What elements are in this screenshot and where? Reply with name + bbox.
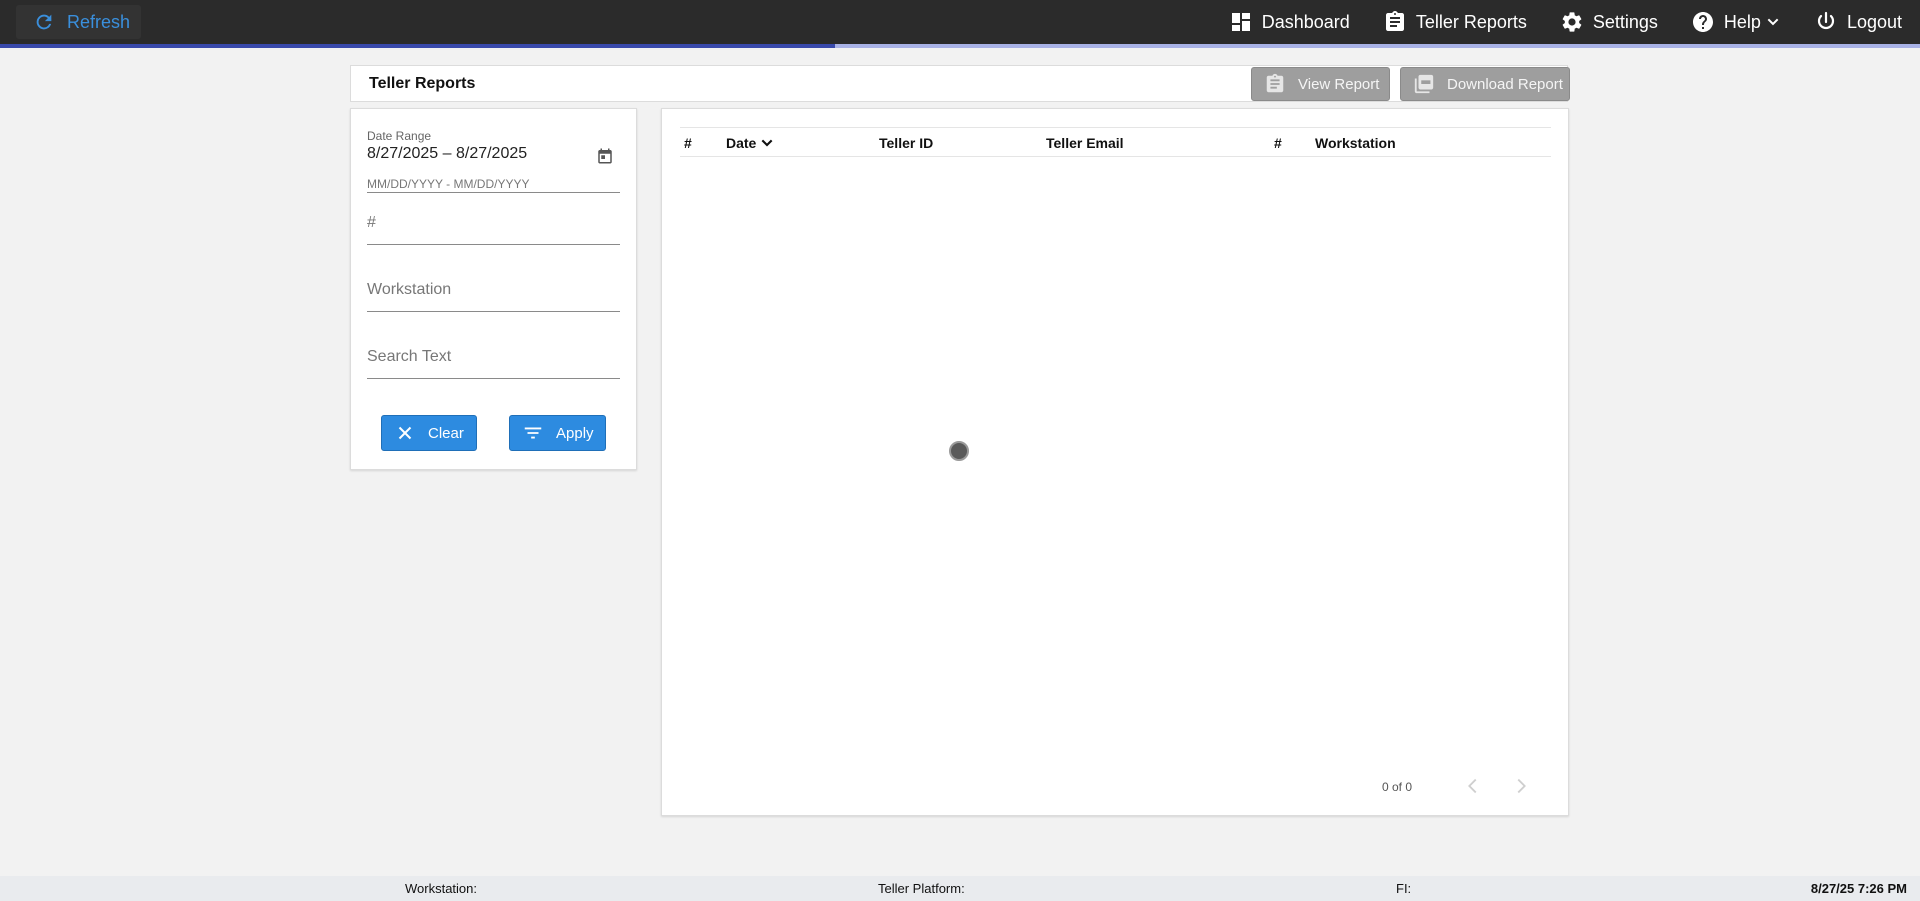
download-report-label: Download Report bbox=[1447, 75, 1563, 93]
gear-icon bbox=[1560, 10, 1584, 34]
filter-panel: Date Range 8/27/2025 – 8/27/2025 MM/DD/Y… bbox=[350, 108, 637, 470]
loading-spinner bbox=[949, 441, 969, 461]
column-header-number[interactable]: # bbox=[684, 135, 692, 151]
apply-button[interactable]: Apply bbox=[509, 415, 606, 451]
page-header: Teller Reports View Report Download Repo… bbox=[350, 65, 1570, 102]
date-range-hint: MM/DD/YYYY - MM/DD/YYYY bbox=[367, 177, 530, 191]
chevron-right-icon bbox=[1517, 778, 1526, 794]
footer-teller-platform: Teller Platform: bbox=[878, 881, 965, 896]
search-text-field[interactable]: Search Text bbox=[367, 348, 620, 380]
loading-progress-bar bbox=[0, 44, 1920, 48]
nav-help-label: Help bbox=[1723, 11, 1761, 32]
page-title: Teller Reports bbox=[369, 75, 476, 92]
refresh-button[interactable]: Refresh bbox=[16, 5, 141, 39]
download-report-button[interactable]: Download Report bbox=[1400, 67, 1570, 101]
clipboard-icon bbox=[1264, 73, 1286, 95]
column-header-workstation[interactable]: Workstation bbox=[1315, 135, 1396, 151]
sort-descending-icon bbox=[759, 135, 775, 151]
results-panel: # Date Teller ID Teller Email # Workstat… bbox=[661, 108, 1569, 816]
nav-settings[interactable]: Settings bbox=[1560, 10, 1658, 34]
footer-fi: FI: bbox=[1396, 881, 1412, 896]
workstation-underline bbox=[367, 311, 620, 312]
column-header-count[interactable]: # bbox=[1274, 135, 1282, 151]
footer-datetime: 8/27/25 7:26 PM bbox=[1810, 881, 1907, 896]
next-page-button[interactable] bbox=[1510, 775, 1532, 797]
pager-range-text: 0 of 0 bbox=[1382, 780, 1413, 794]
column-header-teller-id[interactable]: Teller ID bbox=[879, 135, 933, 151]
apply-label: Apply bbox=[556, 424, 594, 442]
power-icon bbox=[1814, 10, 1838, 34]
nav-dashboard-label: Dashboard bbox=[1261, 11, 1350, 32]
date-range-underline bbox=[367, 192, 620, 193]
progress-fill bbox=[0, 44, 836, 48]
date-range-label: Date Range bbox=[367, 129, 432, 143]
main-nav: Dashboard Teller Reports Settings Help L… bbox=[1196, 0, 1902, 44]
nav-teller-reports[interactable]: Teller Reports bbox=[1383, 10, 1527, 34]
calendar-icon[interactable] bbox=[596, 147, 614, 165]
refresh-label: Refresh bbox=[67, 11, 131, 32]
nav-help[interactable]: Help bbox=[1691, 10, 1781, 34]
table-header: # Date Teller ID Teller Email # Workstat… bbox=[680, 127, 1551, 157]
view-report-label: View Report bbox=[1298, 75, 1380, 93]
date-range-value[interactable]: 8/27/2025 – 8/27/2025 bbox=[367, 145, 620, 163]
nav-dashboard[interactable]: Dashboard bbox=[1229, 10, 1350, 34]
workstation-placeholder: Workstation bbox=[367, 281, 452, 298]
view-report-button[interactable]: View Report bbox=[1251, 67, 1390, 101]
pdf-icon bbox=[1413, 73, 1435, 95]
help-icon bbox=[1691, 10, 1715, 34]
refresh-icon bbox=[33, 11, 55, 33]
number-placeholder: # bbox=[367, 214, 376, 231]
top-bar: Refresh Dashboard Teller Reports Setting… bbox=[0, 0, 1920, 44]
search-text-placeholder: Search Text bbox=[367, 348, 452, 365]
status-footer: Workstation: Teller Platform: FI: 8/27/2… bbox=[0, 876, 1920, 901]
number-field[interactable]: # bbox=[367, 214, 620, 246]
previous-page-button[interactable] bbox=[1462, 775, 1484, 797]
chevron-down-icon bbox=[1765, 14, 1781, 30]
search-text-underline bbox=[367, 378, 620, 379]
dashboard-icon bbox=[1229, 10, 1253, 34]
nav-teller-reports-label: Teller Reports bbox=[1415, 11, 1527, 32]
nav-logout-label: Logout bbox=[1846, 11, 1902, 32]
nav-logout[interactable]: Logout bbox=[1814, 10, 1902, 34]
clear-label: Clear bbox=[428, 424, 464, 442]
column-header-teller-email[interactable]: Teller Email bbox=[1046, 135, 1124, 151]
number-underline bbox=[367, 244, 620, 245]
clipboard-icon bbox=[1383, 10, 1407, 34]
footer-workstation: Workstation: bbox=[405, 881, 478, 896]
column-header-date[interactable]: Date bbox=[726, 135, 775, 151]
nav-settings-label: Settings bbox=[1592, 11, 1658, 32]
workstation-field[interactable]: Workstation bbox=[367, 281, 620, 313]
chevron-left-icon bbox=[1468, 778, 1477, 794]
close-icon bbox=[394, 422, 416, 444]
filter-icon bbox=[522, 422, 544, 444]
clear-button[interactable]: Clear bbox=[381, 415, 477, 451]
